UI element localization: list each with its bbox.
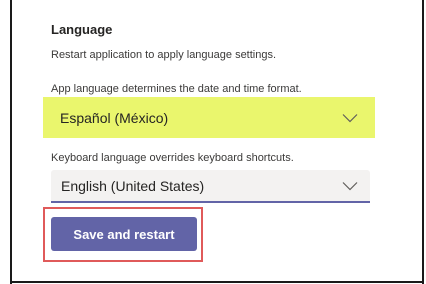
chevron-down-icon — [342, 113, 358, 122]
save-and-restart-button[interactable]: Save and restart — [51, 217, 197, 251]
panel-border-left — [10, 0, 12, 284]
chevron-down-icon — [342, 181, 358, 190]
app-language-dropdown[interactable]: Español (México) — [50, 101, 370, 134]
restart-note: Restart application to apply language se… — [51, 49, 277, 61]
section-title: Language — [51, 22, 113, 37]
app-language-value: Español (México) — [60, 109, 169, 126]
keyboard-language-dropdown[interactable]: English (United States) — [51, 170, 370, 203]
panel-border-bottom — [10, 281, 424, 283]
panel-border-right — [422, 0, 424, 284]
settings-panel: Language Restart application to apply la… — [0, 0, 426, 284]
keyboard-language-note: Keyboard language overrides keyboard sho… — [51, 152, 294, 164]
keyboard-language-value: English (United States) — [61, 177, 205, 194]
app-language-note: App language determines the date and tim… — [51, 83, 302, 95]
